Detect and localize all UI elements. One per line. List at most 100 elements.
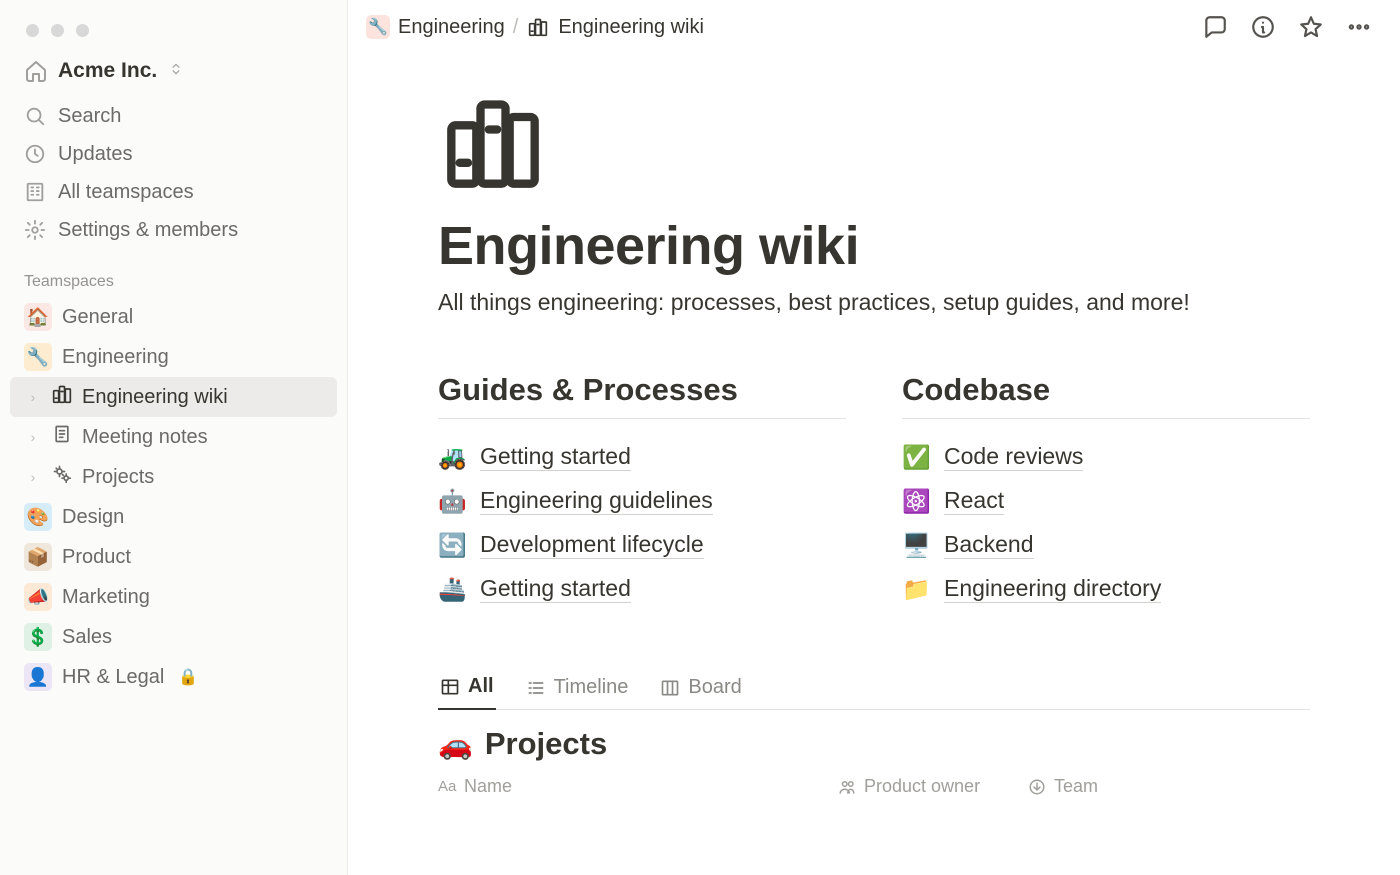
teamspace-emoji: 💲: [24, 623, 52, 651]
caret-icon[interactable]: ›: [24, 389, 42, 405]
page-link-label: Getting started: [480, 575, 631, 603]
teamspaces-list: 🏠General🔧Engineering › Engineering wiki ›Me…: [0, 297, 347, 697]
select-icon: [1028, 778, 1046, 796]
teamspace-label: Sales: [62, 626, 112, 649]
text-type-icon: Aa: [438, 778, 456, 796]
teamspace-label: Design: [62, 506, 124, 529]
building-icon: [24, 181, 46, 203]
page-icon[interactable]: [438, 92, 1310, 197]
content-column: Guides & Processes🚜Getting started🤖Engin…: [438, 372, 846, 611]
breadcrumb-separator: /: [513, 16, 519, 39]
column-header-label: Name: [464, 776, 512, 797]
breadcrumb: 🔧Engineering / Engineering wiki: [366, 15, 704, 39]
content-columns: Guides & Processes🚜Getting started🤖Engin…: [438, 372, 1310, 611]
lock-icon: 🔒: [178, 667, 198, 687]
page-link-label: Engineering directory: [944, 575, 1161, 603]
main-area: 🔧Engineering / Engineering wiki Engineerin…: [348, 0, 1400, 875]
page-link-label: Engineering guidelines: [480, 487, 713, 515]
page-link[interactable]: 🔄Development lifecycle: [438, 523, 846, 567]
table-column-header[interactable]: Team: [1028, 776, 1148, 797]
divider: [438, 418, 846, 419]
page-description[interactable]: All things engineering: processes, best …: [438, 289, 1310, 316]
sidebar-item-label: Settings & members: [58, 219, 238, 242]
window-dot[interactable]: [76, 24, 89, 37]
sidebar-search[interactable]: Search: [10, 97, 337, 135]
star-icon[interactable]: [1298, 14, 1324, 40]
column-heading[interactable]: Codebase: [902, 372, 1310, 408]
page-link-emoji: ⚛️: [902, 488, 932, 515]
database-columns: Aa Name Product owner Team: [438, 770, 1310, 797]
database-title: Projects: [485, 726, 607, 762]
page-link[interactable]: 🚜Getting started: [438, 435, 846, 479]
teamspace-emoji: 📣: [24, 583, 52, 611]
teamspaces-section-label: Teamspaces: [0, 251, 347, 297]
books-icon: [52, 384, 72, 410]
topbar-actions: [1202, 14, 1372, 40]
teamspace-item[interactable]: 📣Marketing: [10, 577, 337, 617]
more-icon[interactable]: [1346, 14, 1372, 40]
page-link-label: Code reviews: [944, 443, 1083, 471]
table-column-header[interactable]: Product owner: [838, 776, 1008, 797]
database-title-row[interactable]: 🚗 Projects: [438, 710, 1310, 770]
teamspace-emoji: 📦: [24, 543, 52, 571]
page-link[interactable]: 📁 Engineering directory: [902, 567, 1310, 611]
page-link-emoji: ✅: [902, 444, 932, 471]
teamspace-page[interactable]: › Engineering wiki: [10, 377, 337, 417]
page-label: Engineering wiki: [82, 386, 228, 409]
sidebar-item-label: Updates: [58, 143, 133, 166]
caret-icon[interactable]: ›: [24, 429, 42, 445]
column-heading[interactable]: Guides & Processes: [438, 372, 846, 408]
teamspace-item[interactable]: 📦Product: [10, 537, 337, 577]
table-column-header[interactable]: Aa Name: [438, 776, 818, 797]
view-tab-label: Timeline: [554, 676, 629, 699]
page-link-emoji: 🚢: [438, 576, 468, 603]
comments-icon[interactable]: [1202, 14, 1228, 40]
teamspace-item[interactable]: 🏠General: [10, 297, 337, 337]
sidebar-item-label: All teamspaces: [58, 181, 194, 204]
teamspace-item[interactable]: 🔧Engineering: [10, 337, 337, 377]
view-tab[interactable]: All: [438, 667, 496, 710]
teamspace-item[interactable]: 🎨Design: [10, 497, 337, 537]
teamspace-page[interactable]: ›Meeting notes: [10, 417, 337, 457]
page-link[interactable]: ✅ Code reviews: [902, 435, 1310, 479]
caret-icon[interactable]: ›: [24, 469, 42, 485]
page-label: Projects: [82, 466, 154, 489]
topbar: 🔧Engineering / Engineering wiki: [348, 0, 1400, 52]
info-icon[interactable]: [1250, 14, 1276, 40]
workspace-switcher[interactable]: Acme Inc.: [0, 53, 347, 95]
page-link[interactable]: 🤖 Engineering guidelines: [438, 479, 846, 523]
teamspace-item[interactable]: 💲 Sales: [10, 617, 337, 657]
page-title[interactable]: Engineering wiki: [438, 215, 1310, 277]
view-tab-label: Board: [688, 676, 741, 699]
page-link[interactable]: 🚢 Getting started: [438, 567, 846, 611]
list-icon: [526, 678, 546, 698]
breadcrumb-item[interactable]: 🔧Engineering: [366, 15, 505, 39]
sidebar-nav: Search Updates All teamspaces Settings &…: [0, 95, 347, 251]
sidebar-settings[interactable]: Settings & members: [10, 211, 337, 249]
sidebar-item-label: Search: [58, 105, 121, 128]
page-content: Engineering wiki All things engineering:…: [348, 52, 1400, 875]
window-dot[interactable]: [51, 24, 64, 37]
teamspace-page[interactable]: › Projects: [10, 457, 337, 497]
page-link-emoji: 🤖: [438, 488, 468, 515]
page-link[interactable]: 🖥️Backend: [902, 523, 1310, 567]
gears-icon: [52, 464, 72, 490]
breadcrumb-emoji: 🔧: [366, 15, 390, 39]
table-icon: [440, 677, 460, 697]
view-tab[interactable]: Timeline: [524, 667, 631, 710]
page-link-emoji: 🚜: [438, 444, 468, 471]
sidebar-all-teamspaces[interactable]: All teamspaces: [10, 173, 337, 211]
column-header-label: Product owner: [864, 776, 980, 797]
teamspace-item[interactable]: 👤HR & Legal🔒: [10, 657, 337, 697]
sidebar-updates[interactable]: Updates: [10, 135, 337, 173]
person-icon: [838, 778, 856, 796]
window-dot[interactable]: [26, 24, 39, 37]
page-link-emoji: 🖥️: [902, 532, 932, 559]
breadcrumb-item[interactable]: Engineering wiki: [526, 15, 704, 39]
page-link-emoji: 📁: [902, 576, 932, 603]
page-link[interactable]: ⚛️React: [902, 479, 1310, 523]
breadcrumb-label: Engineering wiki: [558, 16, 704, 39]
note-icon: [52, 424, 72, 450]
view-tab[interactable]: Board: [658, 667, 743, 710]
home-icon: [24, 59, 48, 83]
